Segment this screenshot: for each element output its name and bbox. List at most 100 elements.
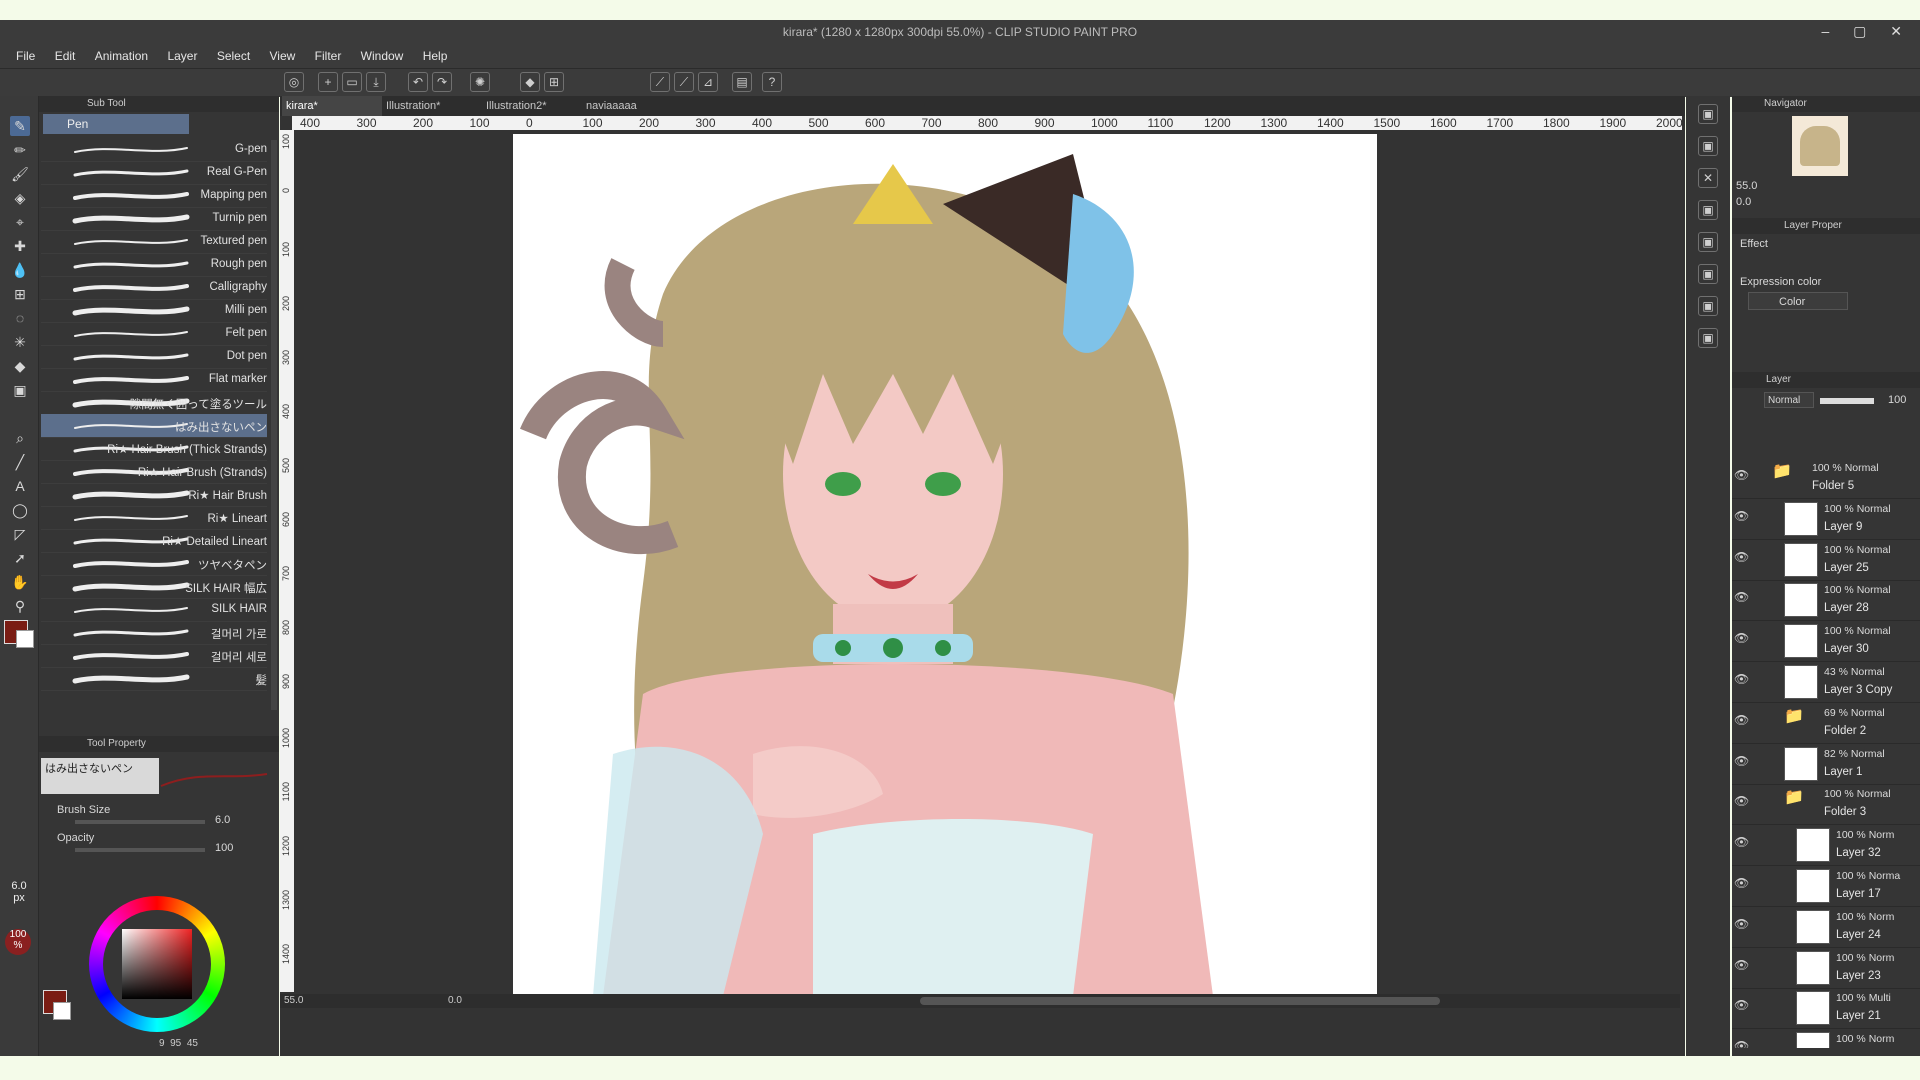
layer-row[interactable]: 👁 100 % Norm Layer 32 bbox=[1732, 825, 1920, 867]
brush-item[interactable]: Ri★ Lineart bbox=[41, 506, 267, 530]
layer-row[interactable]: 👁 100 % Multi Layer 21 bbox=[1732, 988, 1920, 1030]
brush-item[interactable]: Turnip pen bbox=[41, 207, 267, 231]
visibility-eye-icon[interactable]: 👁 bbox=[1734, 468, 1749, 482]
brush-item[interactable]: Ri★ Hair Brush (Thick Strands) bbox=[41, 437, 267, 461]
color-wheel[interactable] bbox=[89, 896, 225, 1032]
magnifier-icon[interactable]: ⌕ bbox=[10, 428, 30, 448]
transform-icon[interactable]: ⊞ bbox=[544, 72, 564, 92]
brush-item[interactable]: SILK HAIR 幅広 bbox=[41, 575, 267, 599]
brush-item[interactable]: Ri★ Detailed Lineart bbox=[41, 529, 267, 553]
layer-row[interactable]: 👁 100 % Norm Layer 23 bbox=[1732, 948, 1920, 989]
layer-row[interactable]: 👁 100 % Norm Layer 24 bbox=[1732, 907, 1920, 948]
frame-icon[interactable]: ◸ bbox=[10, 524, 30, 544]
brush-size-value[interactable]: 6.0 bbox=[215, 814, 230, 826]
new-file-icon[interactable]: + bbox=[318, 72, 338, 92]
layer-row[interactable]: 👁 82 % Normal Layer 1 bbox=[1732, 744, 1920, 785]
brush-item[interactable]: ツヤベタペン bbox=[41, 552, 267, 576]
snap-ruler-icon[interactable]: ⟋ bbox=[650, 72, 670, 92]
menu-filter[interactable]: Filter bbox=[315, 44, 342, 63]
angle-readout[interactable]: 0.0 bbox=[448, 995, 462, 1006]
undo-icon[interactable]: ↶ bbox=[408, 72, 428, 92]
tab-illustration[interactable]: Illustration* bbox=[382, 96, 482, 116]
visibility-eye-icon[interactable]: 👁 bbox=[1734, 998, 1749, 1012]
brush-item[interactable]: 걸머리 세로 bbox=[41, 644, 267, 668]
menu-animation[interactable]: Animation bbox=[95, 44, 148, 63]
decoration-icon[interactable]: ✚ bbox=[10, 236, 30, 256]
visibility-eye-icon[interactable]: 👁 bbox=[1734, 917, 1749, 931]
spinner-icon[interactable]: ✺ bbox=[470, 72, 490, 92]
eyedropper-icon[interactable]: ⚲ bbox=[10, 596, 30, 616]
layer-folder-row[interactable]: 👁 📁 69 % Normal Folder 2 bbox=[1732, 703, 1920, 744]
menu-edit[interactable]: Edit bbox=[55, 44, 76, 63]
panel-toggle-icon-7[interactable]: ▣ bbox=[1698, 296, 1718, 316]
navigator-rotate[interactable]: 0.0 bbox=[1736, 196, 1751, 208]
menu-view[interactable]: View bbox=[270, 44, 296, 63]
menu-select[interactable]: Select bbox=[217, 44, 250, 63]
brush-item[interactable]: Textured pen bbox=[41, 230, 267, 254]
brush-item[interactable]: Felt pen bbox=[41, 322, 267, 346]
menu-layer[interactable]: Layer bbox=[167, 44, 197, 63]
menu-window[interactable]: Window bbox=[361, 44, 404, 63]
panel-toggle-icon-4[interactable]: ▣ bbox=[1698, 200, 1718, 220]
panel-toggle-icon-1[interactable]: ▣ bbox=[1698, 104, 1718, 124]
operation-icon[interactable]: ➚ bbox=[10, 548, 30, 568]
brush-item[interactable]: Ri★ Hair Brush (Strands) bbox=[41, 460, 267, 484]
layer-row[interactable]: 👁 100 % Normal Layer 28 bbox=[1732, 580, 1920, 622]
brush-item[interactable]: Mapping pen bbox=[41, 184, 267, 208]
airbrush-icon[interactable]: ⌖ bbox=[10, 212, 30, 232]
redo-icon[interactable]: ↷ bbox=[432, 72, 452, 92]
tab-kirara[interactable]: kirara* bbox=[282, 96, 382, 116]
visibility-eye-icon[interactable]: 👁 bbox=[1734, 590, 1749, 604]
panel-toggle-icon-5[interactable]: ▣ bbox=[1698, 232, 1718, 252]
settings-icon[interactable]: ▤ bbox=[732, 72, 752, 92]
brush-item[interactable]: はみ出さないペン bbox=[41, 414, 267, 438]
sub-color-chip[interactable] bbox=[53, 1002, 71, 1020]
layer-opacity-value[interactable]: 100 bbox=[1888, 394, 1906, 406]
layer-row[interactable]: 👁 100 % Normal Layer 30 bbox=[1732, 621, 1920, 663]
expression-color-select[interactable]: Color bbox=[1748, 292, 1848, 310]
visibility-eye-icon[interactable]: 👁 bbox=[1734, 550, 1749, 564]
canvas-illustration[interactable] bbox=[513, 134, 1377, 996]
visibility-eye-icon[interactable]: 👁 bbox=[1734, 754, 1749, 768]
opacity-slider[interactable] bbox=[75, 848, 205, 852]
layer-folder-row[interactable]: 👁 📁 100 % Normal Folder 5 bbox=[1732, 458, 1920, 499]
visibility-eye-icon[interactable]: 👁 bbox=[1734, 876, 1749, 890]
line-icon[interactable]: ╱ bbox=[10, 452, 30, 472]
brush-item[interactable]: G-pen bbox=[41, 138, 267, 162]
text-icon[interactable]: A bbox=[10, 476, 30, 496]
pencil-icon[interactable]: ✏ bbox=[10, 140, 30, 160]
brush-item[interactable]: 걸머리 가로 bbox=[41, 621, 267, 645]
layer-opacity-slider[interactable] bbox=[1820, 398, 1874, 404]
layer-row[interactable]: 👁 100 % Normal Layer 9 bbox=[1732, 499, 1920, 540]
open-folder-icon[interactable]: ▭ bbox=[342, 72, 362, 92]
lasso-icon[interactable]: ◌ bbox=[10, 308, 30, 328]
navigator-zoom[interactable]: 55.0 bbox=[1736, 180, 1757, 192]
layer-folder-row[interactable]: 👁 📁 100 % Normal Folder 3 bbox=[1732, 784, 1920, 826]
snap-grid-icon[interactable]: ⊿ bbox=[698, 72, 718, 92]
brush-item[interactable]: Calligraphy bbox=[41, 276, 267, 300]
brush-item[interactable]: Real G-Pen bbox=[41, 161, 267, 185]
visibility-eye-icon[interactable]: 👁 bbox=[1734, 794, 1749, 808]
visibility-eye-icon[interactable]: 👁 bbox=[1734, 835, 1749, 849]
panel-toggle-icon-8[interactable]: ▣ bbox=[1698, 328, 1718, 348]
hand-icon[interactable]: ✋ bbox=[10, 572, 30, 592]
visibility-eye-icon[interactable]: 👁 bbox=[1734, 713, 1749, 727]
snap-special-ruler-icon[interactable]: ⟋ bbox=[674, 72, 694, 92]
color-square[interactable] bbox=[122, 929, 192, 999]
figure-icon[interactable]: ⊞ bbox=[10, 284, 30, 304]
panel-toggle-icon-6[interactable]: ▣ bbox=[1698, 264, 1718, 284]
visibility-eye-icon[interactable]: 👁 bbox=[1734, 509, 1749, 523]
panel-toggle-icon-2[interactable]: ▣ bbox=[1698, 136, 1718, 156]
auto-select-icon[interactable]: ✳ bbox=[10, 332, 30, 352]
window-controls[interactable]: – ▢ ✕ bbox=[1821, 23, 1912, 40]
visibility-eye-icon[interactable]: 👁 bbox=[1734, 631, 1749, 645]
brush-item[interactable]: SILK HAIR bbox=[41, 598, 267, 622]
layer-row[interactable]: 👁 100 % Normal Layer 25 bbox=[1732, 540, 1920, 581]
tab-naviaaaaa[interactable]: naviaaaaa bbox=[582, 96, 682, 116]
gradient-icon[interactable]: ▣ bbox=[10, 380, 30, 400]
fill-icon[interactable]: ◆ bbox=[10, 356, 30, 376]
blend-mode-select[interactable]: Normal bbox=[1764, 392, 1814, 408]
sub-color-swatch[interactable] bbox=[16, 630, 34, 648]
pen-icon[interactable]: ✎ bbox=[10, 116, 30, 136]
fill-bucket-icon[interactable]: ◆ bbox=[520, 72, 540, 92]
